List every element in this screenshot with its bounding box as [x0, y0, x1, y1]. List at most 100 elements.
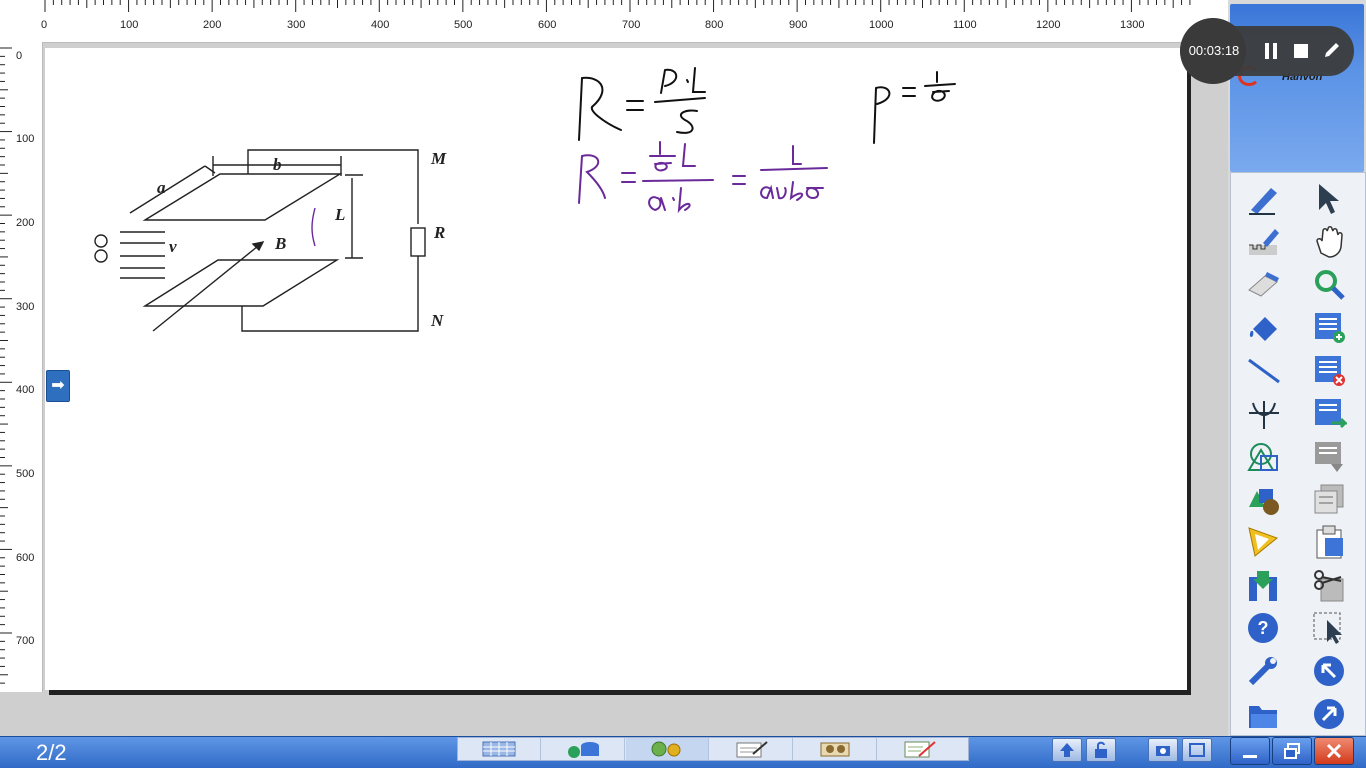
vruler-label: 500	[16, 468, 35, 480]
physics-diagram	[94, 149, 426, 332]
vruler-label: 700	[16, 635, 35, 647]
resistor	[410, 227, 426, 257]
tab-media[interactable]	[794, 738, 877, 760]
vruler-label: 400	[16, 384, 35, 396]
screen-recorder: 00:03:18	[1180, 18, 1354, 84]
vruler-label: 100	[16, 133, 35, 145]
delete-page-icon[interactable]	[1309, 350, 1349, 390]
label-a: a	[157, 178, 166, 197]
restore-icon	[1284, 743, 1300, 759]
highlighter-icon[interactable]	[1243, 221, 1283, 261]
hruler-label: 0	[41, 19, 48, 31]
upload-button[interactable]	[1052, 738, 1082, 762]
add-page-icon[interactable]	[1309, 307, 1349, 347]
vruler-label: 300	[16, 301, 35, 313]
vruler-label: 200	[16, 217, 35, 229]
solid-shapes-icon[interactable]	[1243, 479, 1283, 519]
handwritten-formula-black	[578, 67, 956, 144]
hruler-label: 1100	[953, 19, 977, 31]
film-reel-icon	[820, 742, 850, 757]
tab-editor[interactable]	[878, 738, 960, 760]
label-v: v	[169, 237, 177, 256]
window-icon	[1189, 743, 1205, 757]
label-M: M	[430, 149, 447, 168]
display-button[interactable]	[1182, 738, 1212, 762]
tab-notes[interactable]	[710, 738, 793, 760]
cut-icon[interactable]	[1309, 565, 1349, 605]
database-icon	[568, 742, 599, 758]
next-page-arrow-button[interactable]: ➡	[46, 370, 70, 402]
bottom-plate	[142, 259, 340, 307]
grid-table-icon	[482, 741, 516, 757]
top-plate	[142, 173, 343, 221]
pause-icon[interactable]	[1262, 42, 1280, 60]
hruler-label: 300	[287, 19, 306, 31]
arrow-right-icon: ➡	[51, 377, 65, 394]
tab-tools-gears[interactable]	[626, 738, 709, 760]
hruler-label: 1300	[1120, 19, 1145, 31]
pen-icon[interactable]	[1243, 178, 1283, 218]
area-select-icon[interactable]	[1309, 608, 1349, 648]
annotate-pen-icon[interactable]	[1322, 40, 1342, 60]
page-gray-icon[interactable]	[1309, 436, 1349, 476]
help-icon[interactable]: ?	[1243, 608, 1283, 648]
fill-bucket-icon[interactable]	[1243, 307, 1283, 347]
up-arrow-icon	[1060, 743, 1074, 757]
settings-wrench-icon[interactable]	[1243, 651, 1283, 691]
hruler-label: 500	[454, 19, 473, 31]
drawing-layer: a b L M R N B v	[94, 67, 956, 332]
magnifier-icon[interactable]	[1309, 264, 1349, 304]
whiteboard-canvas[interactable]: a b L M R N B v	[45, 48, 1187, 690]
import-icon[interactable]	[1243, 565, 1283, 605]
gears-icon	[651, 741, 681, 757]
screen-capture-button[interactable]	[1148, 738, 1178, 762]
label-R: R	[433, 223, 445, 242]
tab-grid-view[interactable]	[458, 738, 541, 760]
vruler-label: 600	[16, 552, 35, 564]
bottom-taskbar: 2/2	[0, 736, 1366, 768]
hruler-label: 800	[705, 19, 724, 31]
page-copy-icon[interactable]	[1309, 479, 1349, 519]
recording-time: 00:03:18	[1188, 43, 1240, 58]
label-N: N	[430, 311, 444, 330]
handwritten-formula-purple	[578, 141, 828, 214]
folder-icon[interactable]	[1243, 694, 1283, 734]
next-nav-icon[interactable]	[1309, 694, 1349, 734]
shapes-icon[interactable]	[1243, 436, 1283, 476]
svg-text:?: ?	[1258, 618, 1269, 638]
restore-button[interactable]	[1272, 737, 1312, 765]
hruler-label: 900	[789, 19, 808, 31]
app-tab-strip	[457, 737, 969, 761]
hruler-label: 600	[538, 19, 557, 31]
notepad-pen-icon	[736, 741, 768, 758]
horizontal-ruler: 0 100 200 300 400 500 600 700 800 900 10…	[0, 0, 1228, 43]
edit-document-icon	[904, 741, 936, 758]
hruler-label: 1000	[869, 19, 894, 31]
lock-button[interactable]	[1086, 738, 1116, 762]
hruler-label: 700	[622, 19, 641, 31]
label-B: B	[274, 234, 286, 253]
prev-nav-icon[interactable]	[1309, 651, 1349, 691]
page-indicator: 2/2	[36, 740, 67, 765]
minimize-button[interactable]	[1230, 737, 1270, 765]
vruler-label: 0	[16, 50, 23, 62]
camera-icon	[1156, 746, 1170, 756]
stop-icon[interactable]	[1294, 44, 1308, 58]
triangle-ruler-icon[interactable]	[1243, 522, 1283, 562]
wire-bottom	[241, 256, 419, 332]
tab-resources[interactable]	[542, 738, 625, 760]
axis-icon[interactable]	[1243, 393, 1283, 433]
page-back-icon[interactable]	[1309, 393, 1349, 433]
unlock-icon	[1095, 741, 1107, 758]
tool-palette: ?	[1230, 172, 1366, 736]
hand-pan-icon[interactable]	[1309, 221, 1349, 261]
line-icon[interactable]	[1243, 350, 1283, 390]
close-button[interactable]	[1314, 737, 1354, 765]
label-b: b	[273, 155, 282, 174]
label-L: L	[334, 205, 345, 224]
hruler-label: 200	[203, 19, 222, 31]
select-arrow-icon[interactable]	[1309, 178, 1349, 218]
clipboard-icon[interactable]	[1309, 522, 1349, 562]
eraser-icon[interactable]	[1243, 264, 1283, 304]
hruler-label: 100	[120, 19, 139, 31]
